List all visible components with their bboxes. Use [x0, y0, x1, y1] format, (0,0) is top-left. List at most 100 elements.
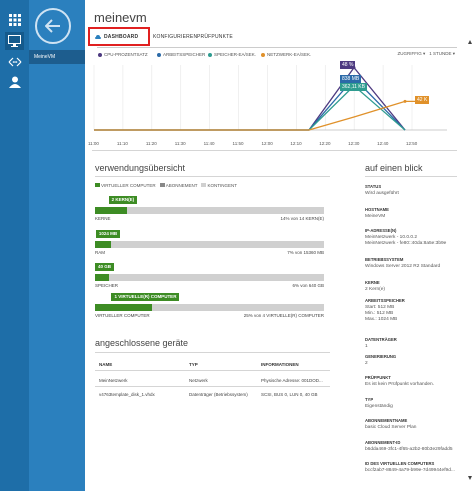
range-select[interactable]: 1 STUNDE ▾: [429, 51, 455, 57]
glance-value: 2: [365, 361, 368, 366]
tab-konfigurieren[interactable]: KONFIGURIEREN: [153, 34, 197, 40]
usage-value: 6% von 640 GB: [292, 283, 324, 288]
back-button[interactable]: [35, 8, 71, 44]
left-rail: [0, 0, 29, 491]
usage-bar-fill: [95, 304, 153, 311]
series-value-label: 838 MB: [340, 75, 362, 83]
monitor-icon[interactable]: [5, 32, 24, 50]
page-title: meinevm: [94, 10, 147, 25]
scale-select[interactable]: ZUGRIFFIG ▾: [397, 51, 425, 57]
glance-value: Start: 512 MB Min.: 512 MB Max.: 1024 MB: [365, 305, 398, 322]
glance-key: ID DES VIRTUELLEN COMPUTERS: [365, 461, 435, 466]
glance-value: b6dda469-3fc1-4f65-a2b2-80b3e29fadd5: [365, 447, 453, 452]
glance-key: ABONNEMENT-ID: [365, 440, 401, 445]
data-point-3: [403, 99, 407, 103]
table-cell-info: Physische Adresse: 001DOD...: [261, 378, 323, 383]
usage-tag: 2 KERN(E): [108, 196, 138, 204]
usage-label: KERNE: [95, 216, 111, 221]
x-tick-label: 11:10: [116, 141, 128, 146]
glance-key: HOSTNAME: [365, 207, 389, 212]
glance-key: ARBEITSSPEICHER: [365, 298, 405, 303]
glance-value: MeineVM: [365, 214, 386, 219]
tab-pruefpunkte[interactable]: PRÜFPUNKTE: [197, 34, 233, 40]
devices-title: angeschlossene geräte: [95, 338, 189, 348]
x-tick-label: 11:00: [88, 141, 99, 146]
column-header-type[interactable]: TYP: [189, 362, 198, 367]
cloud-icon: [95, 35, 101, 39]
row-divider: [95, 386, 330, 387]
x-tick-label: 12:20: [319, 141, 331, 146]
table-cell-name[interactable]: v4763template_disk_1.vhdx: [99, 392, 185, 397]
chart-divider: [92, 150, 457, 151]
series-line-3: [94, 100, 417, 131]
glance-value: Windows Server 2012 R2 Standard: [365, 264, 441, 269]
usage-bar: [95, 274, 324, 281]
table-cell-name[interactable]: MeinNetzwerk: [99, 378, 185, 383]
usage-bar-fill: [95, 207, 128, 214]
table-cell-info: SCSI, BUS 0, LUN 0, 40 GB: [261, 392, 318, 397]
table-header-divider: [95, 370, 330, 371]
user-icon[interactable]: [5, 73, 24, 91]
legend-dot: [261, 52, 265, 57]
usage-label: VIRTUELLER COMPUTER: [95, 313, 150, 318]
x-tick-label: 11:50: [232, 141, 244, 146]
scrollbar[interactable]: [468, 40, 472, 480]
usage-value: 25% von 4 VIRTUELLE(R) COMPUTER: [243, 313, 324, 318]
x-tick-label: 11:40: [203, 141, 215, 146]
usage-label: SPEICHER: [95, 283, 119, 288]
chart-controls: ZUGRIFFIG ▾ 1 STUNDE ▾: [397, 51, 455, 57]
legend-quota: KONTINGENT: [201, 183, 237, 188]
usage-bar-fill: [95, 274, 109, 281]
legend-dot: [157, 52, 161, 57]
x-tick-label: 12:00: [261, 141, 273, 146]
network-icon[interactable]: [5, 53, 24, 71]
usage-title: verwendungsübersicht: [95, 163, 186, 173]
usage-value: 7% von 15360 MB: [287, 250, 324, 255]
glance-value: basic Cloud Server Plan: [365, 425, 417, 430]
usage-tag: 1024 MB: [95, 230, 121, 238]
glance-key: PRÜFPUNKT: [365, 375, 391, 380]
main-content: meinevm DASHBOARD KONFIGURIEREN PRÜFPUNK…: [85, 0, 474, 491]
series-value-label: 48 %: [340, 60, 356, 69]
nav-item-selected[interactable]: MeineVM: [29, 50, 85, 64]
usage-label: RAM: [95, 250, 105, 255]
legend-memory[interactable]: ARBEITSSPEICHER: [157, 52, 205, 57]
usage-tag: 40 GB: [95, 263, 115, 271]
x-tick-label: 12:50: [406, 141, 418, 146]
usage-bar: [95, 304, 324, 311]
glance-key: TYP: [365, 397, 374, 402]
glance-key: IP-ADRESSE(N): [365, 228, 397, 233]
series-line-2: [94, 84, 406, 131]
legend-storage[interactable]: SPEICHER-EA/SEK.: [208, 52, 256, 57]
legend-vm: VIRTUELLER COMPUTER: [95, 183, 156, 188]
series-value-label: 362,11 KB: [340, 82, 367, 91]
performance-chart: [93, 65, 447, 131]
legend-dot: [98, 52, 102, 57]
column-header-name[interactable]: NAME: [99, 362, 112, 367]
usage-value: 14% von 14 KERN(E): [280, 216, 324, 221]
legend-cpu[interactable]: CPU-PROZENTSATZ: [98, 52, 148, 57]
glance-value: Eigenständig: [365, 404, 393, 409]
table-cell-type: Datenträger (Betriebssystem): [189, 392, 248, 397]
x-tick-label: 11:20: [145, 141, 157, 146]
glance-value: MeinNetzwerk - 10.0.0.2 MeinNetzwerk - f…: [365, 235, 447, 246]
grid-icon[interactable]: [5, 11, 24, 29]
legend-subscription: ABONNEMENT: [159, 183, 197, 188]
glance-value: Es ist kein Prüfpunkt vorhanden.: [365, 382, 435, 387]
glance-value: 2 Kern(e): [365, 287, 385, 292]
glance-key: ABONNEMENTNAME: [365, 418, 408, 423]
column-header-info[interactable]: INFORMATIONEN: [261, 362, 299, 367]
glance-key: DATENTRÄGER: [365, 337, 397, 342]
table-cell-type: Netzwerk: [189, 378, 208, 383]
usage-legend: VIRTUELLER COMPUTER ABONNEMENT KONTINGEN…: [95, 183, 237, 188]
series-value-label: 42 K: [415, 96, 430, 105]
x-tick-label: 12:10: [290, 141, 302, 146]
tab-dashboard[interactable]: DASHBOARD: [88, 27, 150, 46]
legend-network[interactable]: NETZWERK-EA/SEK.: [261, 52, 311, 57]
devices-divider: [95, 352, 330, 353]
tab-divider: [97, 47, 457, 48]
arrow-left-icon: [45, 19, 60, 33]
navigation-panel: MeineVM: [29, 0, 85, 491]
glance-value: 1: [365, 344, 368, 349]
usage-tag: 1 VIRTUELLE(R) COMPUTER: [111, 293, 180, 301]
